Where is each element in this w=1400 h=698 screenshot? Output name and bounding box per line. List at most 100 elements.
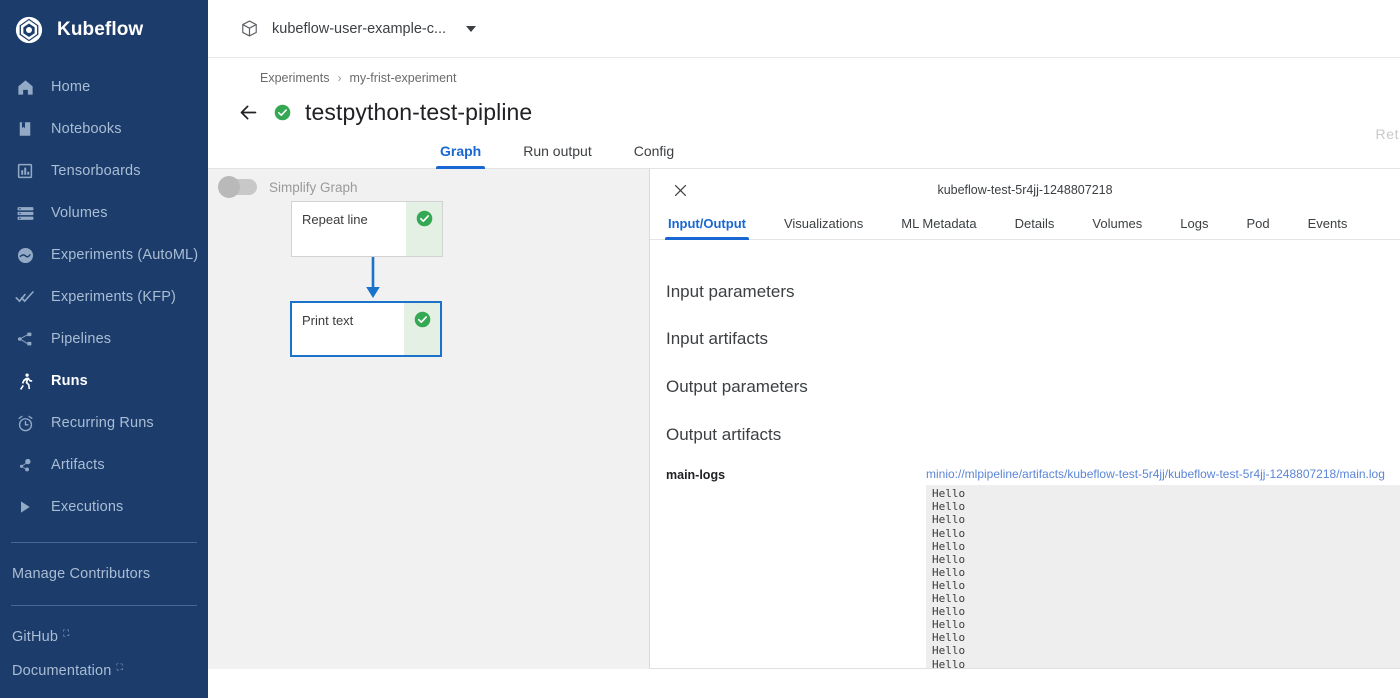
sp-tab-logs[interactable]: Logs bbox=[1180, 216, 1208, 239]
kubeflow-logo-icon bbox=[14, 15, 44, 45]
sidebar-item-documentation[interactable]: Documentation ⛶ bbox=[0, 654, 208, 688]
play-triangle-icon bbox=[14, 496, 36, 518]
namespace-bar: kubeflow-user-example-c... bbox=[208, 0, 1400, 58]
sidebar-item-experiments-automl[interactable]: Experiments (AutoML) bbox=[0, 234, 208, 276]
sidebar-item-label: Tensorboards bbox=[51, 163, 141, 179]
sidebar-item-label: Notebooks bbox=[51, 121, 122, 137]
sidebar-item-label: Volumes bbox=[51, 205, 108, 221]
side-panel-tabs: Input/Output Visualizations ML Metadata … bbox=[650, 211, 1400, 241]
graph-node-label: Print text bbox=[302, 313, 354, 328]
side-panel-body: Input parameters Input artifacts Output … bbox=[650, 240, 1400, 670]
page-title: testpython-test-pipline bbox=[305, 98, 533, 125]
double-check-icon bbox=[14, 286, 36, 308]
main-area: kubeflow-user-example-c... Experiments ›… bbox=[208, 0, 1400, 698]
graph-node-repeat-line[interactable]: Repeat line bbox=[291, 201, 443, 257]
namespace-value[interactable]: kubeflow-user-example-c... bbox=[272, 21, 446, 37]
sidebar-item-label: Pipelines bbox=[51, 331, 112, 347]
sidebar-item-home[interactable]: Home bbox=[0, 66, 208, 108]
artifact-log-content: Hello Hello Hello Hello Hello Hello Hell… bbox=[926, 485, 1400, 670]
breadcrumb: Experiments › my-frist-experiment bbox=[208, 58, 1400, 85]
output-artifact-row: main-logs minio://mlpipeline/artifacts/k… bbox=[666, 467, 1400, 670]
sp-tab-input-output[interactable]: Input/Output bbox=[665, 216, 749, 241]
side-panel: kubeflow-test-5r4jj-1248807218 Input/Out… bbox=[650, 169, 1400, 670]
documentation-label: Documentation bbox=[12, 663, 112, 679]
tab-run-output[interactable]: Run output bbox=[523, 143, 592, 168]
title-row: testpython-test-pipline bbox=[208, 85, 1400, 131]
sidebar-item-runs[interactable]: Runs bbox=[0, 360, 208, 402]
sp-tab-volumes[interactable]: Volumes bbox=[1092, 216, 1142, 239]
sidebar-item-recurring-runs[interactable]: Recurring Runs bbox=[0, 402, 208, 444]
side-panel-header: kubeflow-test-5r4jj-1248807218 bbox=[650, 169, 1400, 211]
graph-node-status bbox=[404, 303, 440, 355]
simplify-graph-toggle[interactable] bbox=[218, 176, 257, 198]
graph-node-status bbox=[406, 202, 442, 256]
sp-tab-events[interactable]: Events bbox=[1308, 216, 1348, 239]
alarm-clock-icon bbox=[14, 412, 36, 434]
sidebar-item-experiments-kfp[interactable]: Experiments (KFP) bbox=[0, 276, 208, 318]
check-circle-icon bbox=[414, 311, 431, 328]
section-heading-input-artifacts: Input artifacts bbox=[666, 329, 769, 349]
sp-tab-visualizations[interactable]: Visualizations bbox=[784, 216, 863, 239]
sidebar-item-label: Recurring Runs bbox=[51, 415, 154, 431]
sp-tab-pod[interactable]: Pod bbox=[1246, 216, 1269, 239]
sp-tab-details[interactable]: Details bbox=[1015, 216, 1055, 239]
artifact-key-main-logs: main-logs bbox=[666, 468, 726, 483]
sidebar-item-label: Artifacts bbox=[51, 457, 105, 473]
sidebar-item-artifacts[interactable]: Artifacts bbox=[0, 444, 208, 486]
running-person-icon bbox=[14, 370, 36, 392]
breadcrumb-item-experiments[interactable]: Experiments bbox=[260, 71, 329, 85]
sidebar-item-notebooks[interactable]: Notebooks bbox=[0, 108, 208, 150]
bar-chart-icon bbox=[14, 160, 36, 182]
sidebar-item-github[interactable]: GitHub ⛶ bbox=[0, 620, 208, 654]
graph-pane: Simplify Graph Repeat line Print text bbox=[208, 169, 650, 669]
section-heading-output-parameters: Output parameters bbox=[666, 377, 808, 397]
chevron-down-icon[interactable] bbox=[466, 25, 477, 32]
graph-node-print-text[interactable]: Print text bbox=[290, 301, 442, 357]
manage-contributors-label: Manage Contributors bbox=[12, 566, 151, 582]
brand-label: Kubeflow bbox=[57, 19, 144, 40]
artifact-minio-link[interactable]: minio://mlpipeline/artifacts/kubeflow-te… bbox=[926, 467, 1400, 481]
breadcrumb-separator: › bbox=[337, 71, 342, 85]
graph-node-label: Repeat line bbox=[302, 212, 368, 227]
tab-graph[interactable]: Graph bbox=[435, 143, 486, 169]
simplify-graph-label: Simplify Graph bbox=[269, 179, 358, 195]
sidebar-item-tensorboards[interactable]: Tensorboards bbox=[0, 150, 208, 192]
sidebar-item-label: Home bbox=[51, 79, 91, 95]
external-link-icon: ⛶ bbox=[116, 661, 123, 672]
main-tabs: Graph Run output Config bbox=[208, 131, 1400, 169]
sp-tab-ml-metadata[interactable]: ML Metadata bbox=[901, 216, 976, 239]
side-panel-bottom-divider bbox=[650, 668, 1400, 669]
experiment-flask-icon bbox=[14, 244, 36, 266]
github-label: GitHub bbox=[12, 629, 59, 645]
artifacts-dots-icon bbox=[14, 454, 36, 476]
breadcrumb-item-experiment[interactable]: my-frist-experiment bbox=[349, 71, 456, 85]
back-arrow-icon[interactable] bbox=[236, 100, 260, 124]
section-heading-input-parameters: Input parameters bbox=[666, 282, 795, 302]
check-circle-icon bbox=[416, 210, 433, 227]
section-heading-output-artifacts: Output artifacts bbox=[666, 425, 782, 445]
package-cube-icon bbox=[240, 19, 260, 39]
down-arrow-edge-icon bbox=[363, 257, 383, 306]
page-header: Experiments › my-frist-experiment testpy… bbox=[208, 58, 1400, 142]
kubeflow-run-details-page: Kubeflow Home Notebooks Tensorboards Vol… bbox=[0, 0, 1400, 698]
sidebar-item-manage-contributors[interactable]: Manage Contributors bbox=[0, 557, 208, 591]
check-circle-icon bbox=[274, 104, 291, 121]
simplify-graph-row: Simplify Graph bbox=[208, 169, 649, 198]
home-icon bbox=[14, 76, 36, 98]
sidebar-divider-bottom bbox=[11, 605, 197, 606]
sidebar-item-label: Experiments (AutoML) bbox=[51, 247, 199, 263]
sidebar-item-volumes[interactable]: Volumes bbox=[0, 192, 208, 234]
sidebar-nav: Home Notebooks Tensorboards Volumes Expe… bbox=[0, 66, 208, 528]
sidebar-item-pipelines[interactable]: Pipelines bbox=[0, 318, 208, 360]
artifact-value: minio://mlpipeline/artifacts/kubeflow-te… bbox=[926, 467, 1400, 670]
pipeline-share-icon bbox=[14, 328, 36, 350]
content-row: Simplify Graph Repeat line Print text ku… bbox=[208, 169, 1400, 670]
sidebar-item-executions[interactable]: Executions bbox=[0, 486, 208, 528]
close-icon[interactable] bbox=[670, 180, 690, 200]
brand[interactable]: Kubeflow bbox=[0, 0, 208, 60]
sidebar: Kubeflow Home Notebooks Tensorboards Vol… bbox=[0, 0, 208, 698]
toggle-knob bbox=[218, 176, 240, 198]
retry-button[interactable]: Retry bbox=[1376, 126, 1400, 142]
tab-config[interactable]: Config bbox=[634, 143, 674, 168]
side-panel-run-name: kubeflow-test-5r4jj-1248807218 bbox=[937, 183, 1113, 198]
